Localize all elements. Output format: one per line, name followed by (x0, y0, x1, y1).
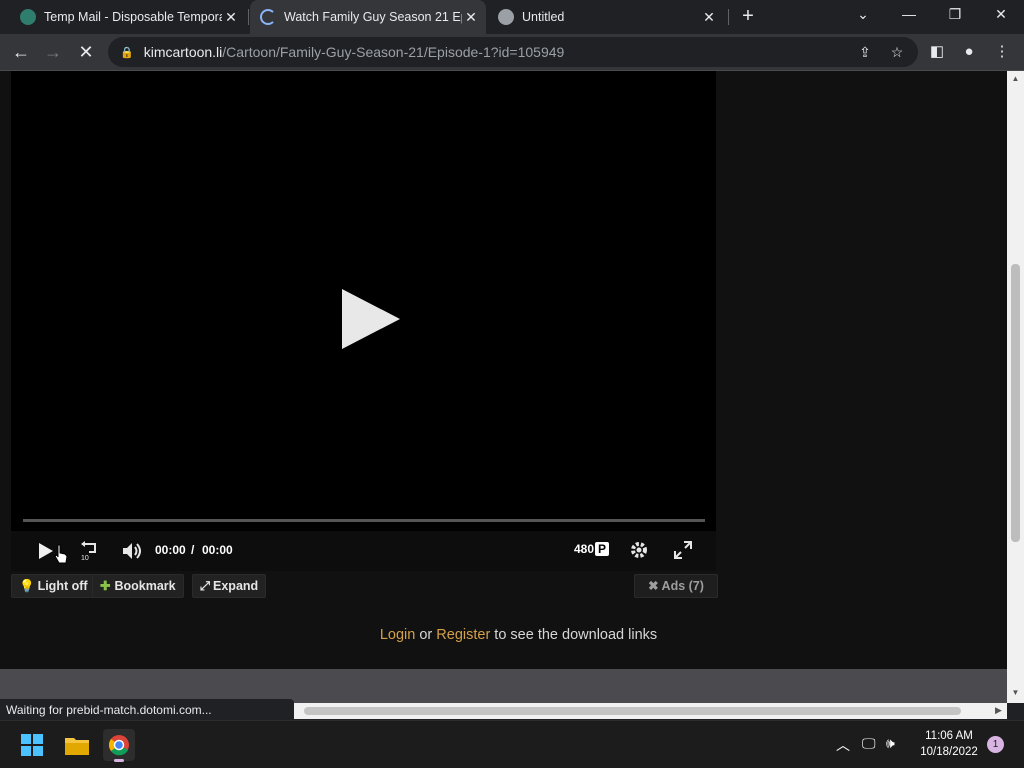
menu-kebab-icon[interactable]: ⋮ (990, 40, 1014, 64)
windows-start-icon[interactable] (16, 729, 48, 761)
player-controls: 10 00:00 / 00:00 480 P (11, 531, 716, 571)
tab-separator (728, 9, 729, 25)
file-explorer-icon[interactable] (61, 729, 93, 761)
or-text: or (415, 627, 437, 643)
big-play-icon[interactable] (342, 289, 400, 349)
close-x-icon: ✖ (648, 579, 659, 593)
chrome-icon (109, 735, 129, 756)
stop-loading-icon[interactable]: ✕ (73, 39, 99, 65)
minimize-button[interactable]: — (886, 0, 932, 30)
tab-title: Untitled (522, 10, 565, 24)
register-link[interactable]: Register (436, 627, 490, 643)
episode-panel: 10 00:00 / 00:00 480 P 💡 Light off ✚ Bookma… (0, 71, 1007, 669)
browser-toolbar: ← → ✕ 🔒 kimcartoon.li/Cartoon/Family-Guy… (0, 34, 1024, 71)
tab-strip: Temp Mail - Disposable Tempora ✕ Watch F… (0, 0, 1024, 34)
forward-arrow-icon[interactable]: → (40, 39, 66, 65)
share-icon[interactable]: ⇪ (854, 41, 876, 63)
close-tab-icon[interactable]: ✕ (700, 9, 718, 26)
vertical-scrollbar[interactable]: ▲ ▼ (1007, 71, 1024, 703)
globe-icon (498, 9, 514, 25)
duration: 00:00 (202, 543, 233, 557)
fullscreen-icon[interactable] (674, 541, 692, 559)
lock-icon[interactable]: 🔒 (120, 46, 134, 59)
clock-date: 10/18/2022 (920, 746, 978, 758)
tab-title: Temp Mail - Disposable Tempora (44, 10, 222, 24)
time-separator: / (191, 543, 195, 557)
login-link[interactable]: Login (380, 627, 415, 643)
bookmark-star-icon[interactable]: ☆ (886, 41, 908, 63)
play-icon[interactable] (38, 542, 54, 560)
address-bar[interactable]: 🔒 kimcartoon.li/Cartoon/Family-Guy-Seaso… (108, 37, 918, 67)
scroll-up-arrow-icon[interactable]: ▲ (1007, 74, 1024, 83)
horizontal-scrollbar[interactable]: ▶ (294, 703, 1007, 719)
scroll-down-arrow-icon[interactable]: ▼ (1007, 688, 1024, 697)
new-tab-button[interactable]: + (736, 4, 760, 28)
page-footer-band (0, 669, 1007, 703)
close-window-button[interactable]: ✕ (978, 0, 1024, 30)
side-panel-icon[interactable]: ◧ (925, 40, 949, 64)
back-arrow-icon[interactable]: ← (8, 39, 34, 65)
close-tab-icon[interactable]: ✕ (462, 9, 480, 26)
light-off-button[interactable]: 💡 Light off (11, 574, 96, 598)
tab-family-guy[interactable]: Watch Family Guy Season 21 Epis ✕ (250, 0, 486, 34)
plus-icon: ✚ (100, 579, 111, 593)
tempmail-icon (20, 9, 36, 25)
close-tab-icon[interactable]: ✕ (222, 9, 240, 26)
tab-temp-mail[interactable]: Temp Mail - Disposable Tempora ✕ (10, 0, 246, 34)
quality-selector[interactable]: 480 P (574, 542, 610, 556)
horizontal-scroll-thumb[interactable] (304, 707, 961, 715)
download-text: to see the download links (490, 627, 658, 643)
network-icon[interactable]: 🖵 (862, 735, 876, 752)
tab-separator (248, 9, 249, 25)
vertical-scroll-thumb[interactable] (1011, 264, 1020, 542)
active-app-indicator (114, 759, 124, 762)
player-button-row: 💡 Light off ✚ Bookmark ⤢ Expand ✖ Ads (7) (11, 572, 718, 600)
page-content: 10 00:00 / 00:00 480 P 💡 Light off ✚ Bookma… (0, 71, 1007, 703)
current-time: 00:00 (155, 543, 186, 557)
bookmark-label: Bookmark (114, 579, 176, 593)
tab-search-icon[interactable]: ⌄ (840, 0, 886, 30)
url-path: /Cartoon/Family-Guy-Season-21/Episode-1?… (222, 44, 565, 60)
hand-cursor-icon (54, 544, 68, 564)
expand-arrows-icon: ⤢ (200, 579, 211, 593)
expand-button[interactable]: ⤢ Expand (192, 574, 267, 598)
ads-button[interactable]: ✖ Ads (7) (634, 574, 718, 598)
settings-gear-icon[interactable] (629, 540, 649, 560)
volume-tray-icon[interactable]: 🕪 (886, 735, 895, 752)
progress-bar[interactable] (23, 519, 705, 522)
chrome-taskbar-button[interactable] (103, 729, 135, 762)
ads-label: Ads (7) (661, 579, 704, 593)
quality-value: 480 (574, 542, 595, 556)
loading-spinner-icon (260, 9, 276, 25)
rewind-seconds-label: 10 (81, 555, 89, 562)
profile-avatar-icon[interactable]: ● (957, 40, 981, 64)
download-login-prompt: Login or Register to see the download li… (0, 627, 1007, 643)
notification-badge[interactable]: 1 (987, 736, 1004, 753)
restore-button[interactable]: ❐ (932, 0, 978, 30)
tab-untitled[interactable]: Untitled ✕ (488, 0, 724, 34)
video-player[interactable] (11, 71, 716, 571)
lightbulb-icon: 💡 (19, 579, 35, 593)
url-host: kimcartoon.li (143, 44, 223, 60)
scroll-right-arrow-icon[interactable]: ▶ (995, 705, 1002, 716)
status-bubble: Waiting for prebid-match.dotomi.com... (0, 699, 294, 721)
windows-taskbar: ︿ 🖵 🕪 11:06 AM 10/18/2022 1 (0, 720, 1024, 768)
clock-time: 11:06 AM (925, 730, 973, 742)
light-off-label: Light off (37, 579, 88, 593)
volume-icon[interactable] (122, 542, 144, 560)
tab-title: Watch Family Guy Season 21 Epis (284, 10, 462, 24)
system-clock[interactable]: 11:06 AM 10/18/2022 (914, 728, 984, 760)
chevron-up-icon[interactable]: ︿ (836, 735, 850, 755)
expand-label: Expand (213, 579, 259, 593)
bookmark-button[interactable]: ✚ Bookmark (92, 574, 184, 598)
quality-badge: P (595, 542, 610, 556)
